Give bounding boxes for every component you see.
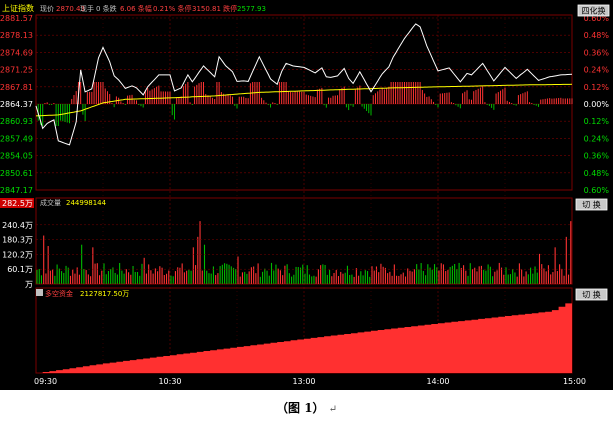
caption-text: （图 1） xyxy=(276,401,325,415)
volume-total: 244998144 xyxy=(66,199,107,207)
percent-tick: 0.12% xyxy=(584,117,610,126)
switch-button-volume-label: 切 换 xyxy=(582,200,601,210)
price-tick: 2854.05 xyxy=(0,152,33,161)
price-tick: 2871.25 xyxy=(0,66,33,75)
switch-button-volume[interactable]: 切 换 xyxy=(575,198,608,211)
volume-cursor-value: 282.5万 xyxy=(2,199,33,208)
volume-tick: 240.4万 xyxy=(2,221,33,230)
switch-button-top-label: 四化换 xyxy=(582,6,606,16)
capital-label: 多空资金 xyxy=(45,289,73,298)
volume-label: 现手 xyxy=(80,4,94,13)
chart-svg: 上证指数 现价 2870.43 现手 0 条跌 6.06 条幅 0.21% 条停… xyxy=(0,0,613,386)
time-tick: 09:30 xyxy=(34,377,57,386)
price-tick: 2878.13 xyxy=(0,31,33,40)
volume-tick: 60.1万 xyxy=(7,265,33,274)
switch-button-top[interactable]: 四化换 xyxy=(577,4,610,17)
time-tick: 10:30 xyxy=(158,377,181,386)
price-tick: 2874.69 xyxy=(0,48,33,57)
time-tick: 13:00 xyxy=(292,377,315,386)
price-axis: 2881.57 2878.13 2874.69 2871.25 2867.81 2864.… xyxy=(0,14,33,195)
percent-tick: 0.12% xyxy=(584,83,610,92)
percent-tick: 0.48% xyxy=(584,169,610,178)
limit-value: 3150.81 跌停 xyxy=(192,4,237,13)
price-tick: 2847.17 xyxy=(0,186,33,195)
index-name: 上证指数 xyxy=(2,3,34,13)
price-label: 现价 xyxy=(40,5,54,13)
price-tick: 2864.37 xyxy=(0,100,33,109)
volume-label: 成交量 xyxy=(40,198,61,207)
percent-tick: 0.36% xyxy=(584,152,610,161)
switch-button-capital[interactable]: 切 换 xyxy=(575,288,608,301)
return-mark-icon: ↵ xyxy=(328,404,337,415)
percent-tick: 0.24% xyxy=(584,134,610,143)
price-tick: 2867.81 xyxy=(0,83,33,92)
figure-caption: （图 1） ↵ xyxy=(0,399,613,416)
chart-window: 上证指数 现价 2870.43 现手 0 条跌 6.06 条幅 0.21% 条停… xyxy=(0,0,613,390)
price-tick: 2850.61 xyxy=(0,169,33,178)
volume-value: 0 条跌 xyxy=(96,4,117,13)
percent-tick: 0.00% xyxy=(584,100,610,109)
time-tick: 15:00 xyxy=(563,377,586,386)
price-tick: 2857.49 xyxy=(0,134,33,143)
percent-tick: 0.36% xyxy=(584,48,610,57)
percent-tick: 0.24% xyxy=(584,66,610,75)
volume-tick: 180.3万 xyxy=(2,236,33,245)
time-axis: 09:30 10:30 13:00 14:00 15:00 xyxy=(34,377,586,386)
time-tick: 14:00 xyxy=(426,377,449,386)
volume-tick: 120.2万 xyxy=(2,250,33,259)
percent-value: 0.21% 条停 xyxy=(153,4,191,13)
switch-button-capital-label: 切 换 xyxy=(582,290,601,300)
percent-tick: 0.48% xyxy=(584,31,610,40)
change-value: 6.06 条幅 xyxy=(120,4,152,13)
panel-toggle-icon[interactable] xyxy=(36,289,43,296)
percent-axis: 0.60% 0.48% 0.36% 0.24% 0.12% 0.00% 0.12% 0.24%… xyxy=(584,14,610,195)
price-tick: 2881.57 xyxy=(0,14,33,23)
capital-value: 2127817.50万 xyxy=(80,290,129,298)
price-tick: 2860.93 xyxy=(0,117,33,126)
lower-value: 2577.93 xyxy=(237,5,266,13)
volume-tick: 万 xyxy=(25,280,33,289)
percent-tick: 0.60% xyxy=(584,186,610,195)
